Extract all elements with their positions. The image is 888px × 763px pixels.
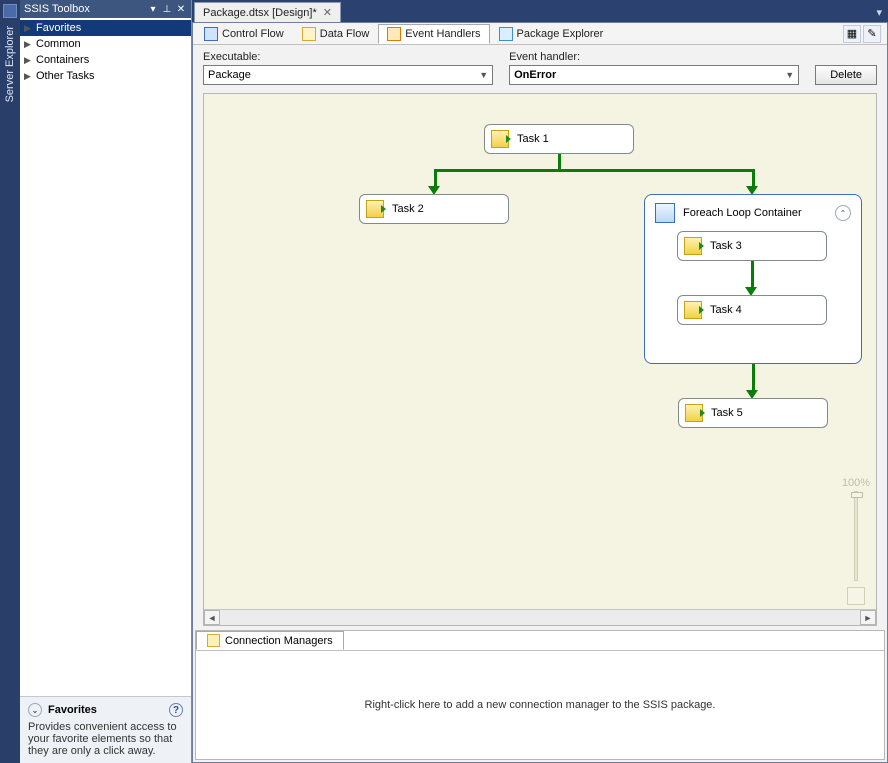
document-tab[interactable]: Package.dtsx [Design]* ✕ <box>194 2 341 22</box>
designer-surface: Control Flow Data Flow Event Handlers Pa… <box>192 22 888 763</box>
connector[interactable] <box>558 154 561 169</box>
document-tab-row: Package.dtsx [Design]* ✕ ▾ <box>192 0 888 22</box>
connection-managers-hint: Right-click here to add a new connection… <box>365 699 716 711</box>
side-rail[interactable]: Server Explorer <box>0 0 20 763</box>
tab-label: Data Flow <box>320 28 370 40</box>
foreach-loop-container[interactable]: Foreach Loop Container ⌃ Task 3 <box>644 194 862 364</box>
editor-area: Package.dtsx [Design]* ✕ ▾ Control Flow … <box>192 0 888 763</box>
variables-button[interactable]: ▦ <box>843 25 861 43</box>
collapse-icon[interactable]: ⌃ <box>835 205 851 221</box>
tab-label: Package Explorer <box>517 28 604 40</box>
tab-package-explorer[interactable]: Package Explorer <box>490 24 613 44</box>
foreach-container-icon <box>655 203 675 223</box>
connector[interactable] <box>752 364 755 392</box>
chevron-down-icon: ▼ <box>785 70 794 80</box>
toolbox-button[interactable]: ✎ <box>863 25 881 43</box>
delete-button[interactable]: Delete <box>815 65 877 85</box>
executable-label: Executable: <box>203 51 493 63</box>
tab-label: Connection Managers <box>225 635 333 647</box>
task-label: Task 2 <box>392 203 424 215</box>
event-handler-combo[interactable]: OnError ▼ <box>509 65 799 85</box>
toolbox-item-other-tasks[interactable]: ▶ Other Tasks <box>20 68 191 84</box>
data-flow-icon <box>302 27 316 41</box>
server-explorer-icon <box>3 4 17 18</box>
connector[interactable] <box>434 169 754 172</box>
caret-icon: ▶ <box>24 71 32 82</box>
side-rail-label: Server Explorer <box>4 26 16 102</box>
connector[interactable] <box>751 261 754 289</box>
zoom-label: 100% <box>842 477 870 489</box>
toolbox-item-label: Favorites <box>36 22 81 34</box>
zoom-thumb[interactable] <box>851 492 863 498</box>
window-dropdown-icon[interactable]: ▾ <box>876 6 882 19</box>
connection-managers-icon <box>207 634 220 647</box>
toolbox-footer-title: Favorites <box>48 704 97 716</box>
task-icon <box>684 237 702 255</box>
chevron-down-icon: ▼ <box>479 70 488 80</box>
task-icon <box>685 404 703 422</box>
toolbox-close-icon[interactable]: ✕ <box>175 3 187 15</box>
event-handlers-icon <box>387 27 401 41</box>
caret-icon: ▶ <box>24 39 32 50</box>
task-node-3[interactable]: Task 3 <box>677 231 827 261</box>
toolbox-header: SSIS Toolbox ▾ ⊥ ✕ <box>20 0 191 18</box>
toolbox-item-label: Other Tasks <box>36 70 95 82</box>
toolbox-footer-desc: Provides convenient access to your favor… <box>28 721 183 757</box>
zoom-slider[interactable]: 100% <box>844 477 868 605</box>
help-icon[interactable]: ? <box>169 703 183 717</box>
toolbox-item-label: Common <box>36 38 81 50</box>
toolbox-item-favorites[interactable]: ▶ Favorites <box>20 20 191 36</box>
executable-value: Package <box>208 69 251 81</box>
task-label: Task 4 <box>710 304 742 316</box>
document-tab-title: Package.dtsx [Design]* <box>203 7 317 19</box>
canvas-wrap: Task 1 Task 2 <box>203 93 877 626</box>
tab-event-handlers[interactable]: Event Handlers <box>378 24 489 44</box>
event-handler-label: Event handler: <box>509 51 799 63</box>
task-icon <box>684 301 702 319</box>
task-icon <box>366 200 384 218</box>
chevron-down-icon[interactable]: ⌄ <box>28 703 42 717</box>
close-icon[interactable]: ✕ <box>323 6 332 19</box>
button-label: Delete <box>830 69 862 81</box>
design-canvas[interactable]: Task 1 Task 2 <box>204 94 876 625</box>
caret-icon: ▶ <box>24 55 32 66</box>
designer-tab-row: Control Flow Data Flow Event Handlers Pa… <box>193 23 887 45</box>
toolbox-pin-icon[interactable]: ⊥ <box>161 3 173 15</box>
container-label: Foreach Loop Container <box>683 207 802 219</box>
ssis-toolbox-panel: SSIS Toolbox ▾ ⊥ ✕ ▶ Favorites ▶ Common … <box>20 0 192 763</box>
toolbox-title: SSIS Toolbox <box>24 3 90 15</box>
control-flow-icon <box>204 27 218 41</box>
caret-icon: ▶ <box>24 23 32 34</box>
event-handler-selectors: Executable: Package ▼ Event handler: OnE… <box>193 45 887 87</box>
task-node-5[interactable]: Task 5 <box>678 398 828 428</box>
task-node-2[interactable]: Task 2 <box>359 194 509 224</box>
task-label: Task 3 <box>710 240 742 252</box>
tab-label: Event Handlers <box>405 28 480 40</box>
connection-managers-tab[interactable]: Connection Managers <box>196 631 344 650</box>
tab-data-flow[interactable]: Data Flow <box>293 24 379 44</box>
zoom-track[interactable] <box>854 491 858 581</box>
scroll-right-icon[interactable]: ► <box>860 610 876 625</box>
toolbox-item-label: Containers <box>36 54 89 66</box>
connection-managers-panel: Connection Managers Right-click here to … <box>195 630 885 760</box>
toolbox-item-common[interactable]: ▶ Common <box>20 36 191 52</box>
connection-managers-area[interactable]: Right-click here to add a new connection… <box>196 651 884 759</box>
task-icon <box>491 130 509 148</box>
tab-label: Control Flow <box>222 28 284 40</box>
task-node-4[interactable]: Task 4 <box>677 295 827 325</box>
task-node-1[interactable]: Task 1 <box>484 124 634 154</box>
executable-combo[interactable]: Package ▼ <box>203 65 493 85</box>
package-explorer-icon <box>499 27 513 41</box>
toolbox-tree: ▶ Favorites ▶ Common ▶ Containers ▶ Othe… <box>20 18 191 696</box>
task-label: Task 5 <box>711 407 743 419</box>
horizontal-scrollbar[interactable]: ◄ ► <box>204 609 876 625</box>
toolbox-dropdown-icon[interactable]: ▾ <box>147 3 159 15</box>
task-label: Task 1 <box>517 133 549 145</box>
toolbox-description-panel: ⌄ Favorites ? Provides convenient access… <box>20 696 191 763</box>
toolbox-item-containers[interactable]: ▶ Containers <box>20 52 191 68</box>
tab-control-flow[interactable]: Control Flow <box>195 24 293 44</box>
event-handler-value: OnError <box>514 69 556 81</box>
scroll-left-icon[interactable]: ◄ <box>204 610 220 625</box>
zoom-fit-button[interactable] <box>847 587 865 605</box>
